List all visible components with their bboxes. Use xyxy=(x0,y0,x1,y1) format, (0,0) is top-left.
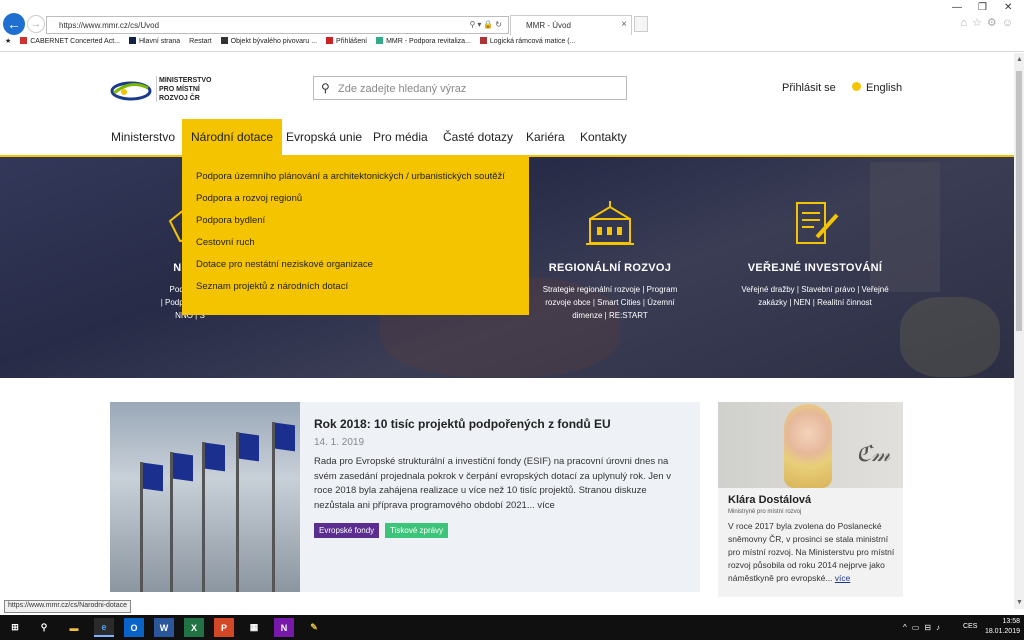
search-icon[interactable]: ⚲ xyxy=(321,81,330,95)
fav-item[interactable]: Přihlášení xyxy=(326,37,367,45)
fav-item[interactable]: Hlavní strana xyxy=(128,37,180,45)
hero-heading: REGIONÁLNÍ ROZVOJ xyxy=(548,262,672,274)
toolbar-icons[interactable]: ⌂☆⚙☺ xyxy=(960,16,1018,29)
search-input[interactable]: ⚲ Zde zadejte hledaný výraz xyxy=(313,76,627,100)
hero-col-verejne[interactable]: VEŘEJNÉ INVESTOVÁNÍ Veřejné dražby | Sta… xyxy=(730,201,900,309)
dropdown-item[interactable]: Podpora a rozvoj regionů xyxy=(196,193,302,204)
nav-kontakty[interactable]: Kontakty xyxy=(580,119,627,155)
document-pen-icon xyxy=(796,202,839,244)
search-taskbar-icon[interactable]: ⚲ xyxy=(34,618,54,637)
minister-name: Klára Dostálová xyxy=(728,494,812,506)
hero-text: Veřejné dražby | Stavební právo | Veřejn… xyxy=(741,285,889,307)
hero-col-regionalni[interactable]: REGIONÁLNÍ ROZVOJ Strategie regionální r… xyxy=(530,201,690,322)
browser-tab[interactable]: MMR - Úvod × xyxy=(510,15,632,35)
address-bar[interactable]: https://www.mmr.cz/cs/Uvod ⚲▾🔒↻ xyxy=(46,16,509,34)
globe-icon xyxy=(852,82,861,91)
nav-narodni-dotace[interactable]: Národní dotace xyxy=(182,119,283,155)
outlook-icon[interactable]: O xyxy=(124,618,144,637)
language-label: English xyxy=(866,82,903,94)
word-icon[interactable]: W xyxy=(154,618,174,637)
news-card[interactable]: Rok 2018: 10 tisíc projektů podpořených … xyxy=(110,402,700,592)
hero-bg-trees xyxy=(900,297,1000,377)
tag-evropske-fondy[interactable]: Evropské fondy xyxy=(314,523,380,538)
nav-caste-dotazy[interactable]: Časté dotazy xyxy=(443,119,513,155)
dropdown-item[interactable]: Cestovní ruch xyxy=(196,237,255,248)
calculator-icon[interactable]: ▦ xyxy=(244,618,264,637)
browser-chrome: ← → https://www.mmr.cz/cs/Uvod ⚲▾🔒↻ MMR … xyxy=(0,0,1024,52)
new-tab-button[interactable] xyxy=(634,16,648,32)
scroll-down-icon[interactable]: ▼ xyxy=(1016,599,1023,606)
scroll-up-icon[interactable]: ▲ xyxy=(1016,56,1023,63)
clock[interactable]: 13:58 18.01.2019 xyxy=(985,617,1020,637)
logo-divider xyxy=(156,76,157,102)
address-bar-icons[interactable]: ⚲▾🔒↻ xyxy=(469,20,504,29)
nav-pro-media[interactable]: Pro média xyxy=(373,119,428,155)
language-switch[interactable]: English xyxy=(852,82,902,94)
minister-role: Ministryně pro místní rozvoj xyxy=(728,509,802,515)
dropdown-item[interactable]: Seznam projektů z národních dotací xyxy=(196,281,348,292)
internet-explorer-icon[interactable]: e xyxy=(94,618,114,637)
logo-text: MINISTERSTVO PRO MÍSTNÍ ROZVOJ ČR xyxy=(159,77,212,102)
dropdown-item[interactable]: Podpora bydlení xyxy=(196,215,265,226)
restore-icon[interactable]: ❐ xyxy=(978,2,987,13)
minister-card[interactable]: ℭ𝓂 Klára Dostálová Ministryně pro místní… xyxy=(718,402,903,597)
back-button[interactable]: ← xyxy=(3,13,25,35)
tab-title: MMR - Úvod xyxy=(526,21,571,30)
nav-ministerstvo[interactable]: Ministerstvo xyxy=(111,119,175,155)
keyboard-language[interactable]: CES xyxy=(963,623,977,630)
scrollbar-thumb[interactable] xyxy=(1016,71,1022,331)
dropdown-item[interactable]: Dotace pro nestátní neziskové organizace xyxy=(196,259,373,270)
minister-photo: ℭ𝓂 xyxy=(718,402,903,488)
file-explorer-icon[interactable]: ▬ xyxy=(64,618,84,637)
news-date: 14. 1. 2019 xyxy=(314,437,365,448)
search-placeholder: Zde zadejte hledaný výraz xyxy=(338,83,467,95)
hero-text: Strategie regionální rozvoje | Program ro… xyxy=(542,285,678,320)
favorites-star-icon[interactable]: ★ xyxy=(5,38,11,45)
fav-item[interactable]: Objekt bývalého pivovaru ... xyxy=(220,37,317,45)
minister-portrait xyxy=(784,404,832,488)
news-image-eu-flags[interactable] xyxy=(110,402,300,592)
forward-button[interactable]: → xyxy=(27,15,45,33)
fav-item[interactable]: Restart xyxy=(189,38,212,45)
page-scrollbar[interactable]: ▲ ▼ xyxy=(1014,53,1024,609)
nav-kariera[interactable]: Kariéra xyxy=(526,119,565,155)
town-hall-icon xyxy=(586,201,634,245)
excel-icon[interactable]: X xyxy=(184,618,204,637)
fav-item[interactable]: CABERNET Concerted Act... xyxy=(20,37,120,45)
nav-evropska-unie[interactable]: Evropská unie xyxy=(286,119,362,155)
windows-taskbar: ⊞ ⚲ ▬ e O W X P ▦ N ✎ ^▭⊟♪ CES 13:58 18.… xyxy=(0,615,1024,640)
fav-item[interactable]: MMR - Podpora revitaliza... xyxy=(376,37,471,45)
narodni-dotace-dropdown: Podpora územního plánování a architekton… xyxy=(182,157,529,315)
hero-heading: VEŘEJNÉ INVESTOVÁNÍ xyxy=(747,262,883,274)
news-body: Rada pro Evropské strukturální a investi… xyxy=(314,456,671,511)
mmr-logo-icon xyxy=(110,81,152,101)
tag-tiskove-zpravy[interactable]: Tiskové zprávy xyxy=(385,523,449,538)
favorites-bar: ★ CABERNET Concerted Act... Hlavní stran… xyxy=(0,35,1024,50)
paint-icon[interactable]: ✎ xyxy=(304,618,324,637)
onenote-icon[interactable]: N xyxy=(274,618,294,637)
minister-bio: V roce 2017 byla zvolena do Poslanecké s… xyxy=(728,521,895,583)
status-url-tooltip: https://www.mmr.cz/cs/Narodni-dotace xyxy=(4,600,132,613)
login-link[interactable]: Přihlásit se xyxy=(782,82,836,94)
fav-item[interactable]: Logická rámcová matice (... xyxy=(479,37,575,45)
close-window-icon[interactable]: ✕ xyxy=(1004,2,1012,13)
news-title[interactable]: Rok 2018: 10 tisíc projektů podpořených … xyxy=(314,417,611,431)
close-tab-icon[interactable]: × xyxy=(621,19,627,30)
powerpoint-icon[interactable]: P xyxy=(214,618,234,637)
minimize-icon[interactable]: — xyxy=(952,2,962,13)
more-link[interactable]: více xyxy=(835,573,851,583)
address-url: https://www.mmr.cz/cs/Uvod xyxy=(59,21,160,30)
dropdown-item[interactable]: Podpora územního plánování a architekton… xyxy=(196,171,505,182)
start-icon[interactable]: ⊞ xyxy=(5,618,25,637)
system-tray-icons[interactable]: ^▭⊟♪ xyxy=(903,623,945,632)
signature-graphic: ℭ𝓂 xyxy=(856,442,891,467)
